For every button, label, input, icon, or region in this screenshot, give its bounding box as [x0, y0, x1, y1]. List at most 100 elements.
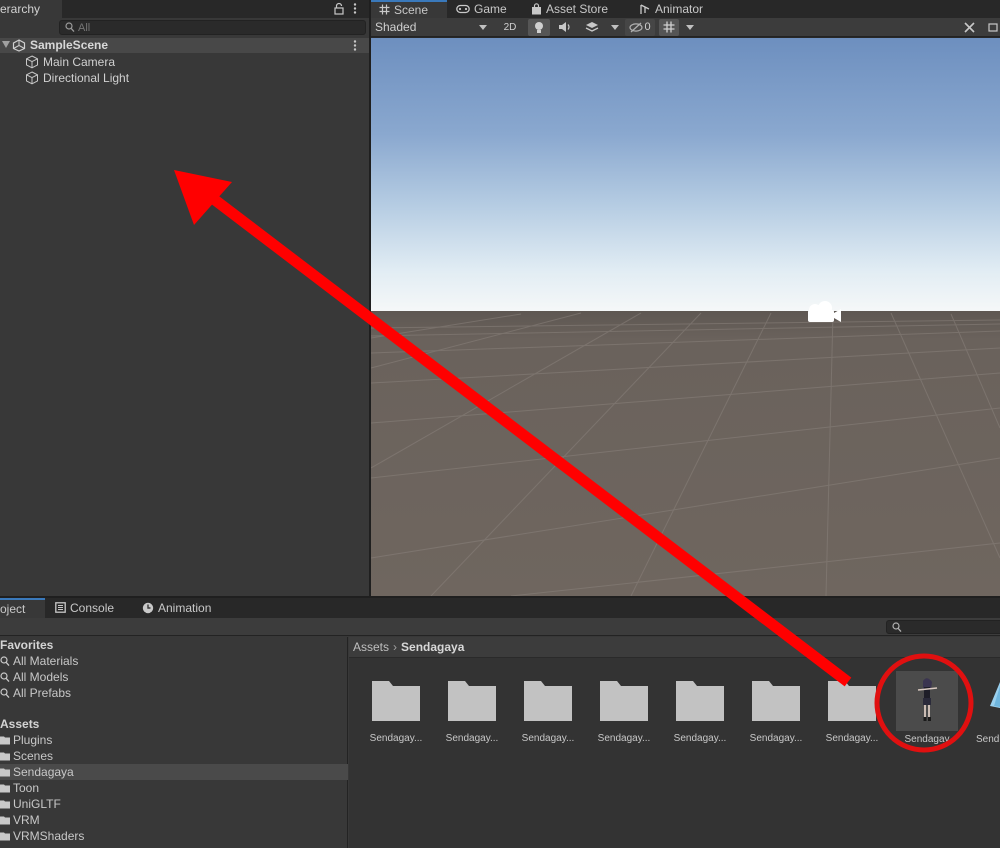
asset-tile-folder[interactable]: Sendagay...	[364, 675, 428, 753]
search-icon	[892, 622, 902, 633]
tools-button[interactable]	[959, 19, 979, 36]
camera-icon	[987, 23, 998, 32]
asset-tile-folder[interactable]: Sendagay...	[820, 675, 884, 753]
tab-label: Animator	[655, 2, 704, 16]
hierarchy-panel: erarchy SampleScene Main Camera	[0, 0, 369, 596]
tab-project[interactable]: oject	[0, 598, 45, 618]
asset-tile-folder[interactable]: Sendagay...	[592, 675, 656, 753]
camera-settings-button[interactable]	[985, 19, 1000, 36]
effects-toggle[interactable]	[581, 19, 603, 36]
layers-icon	[585, 22, 599, 32]
search-icon	[65, 22, 75, 33]
folder-icon	[0, 816, 10, 825]
chevron-down-icon	[479, 25, 487, 30]
asset-folder-vrmshaders[interactable]: VRMShaders	[0, 828, 348, 844]
draw-mode-value: Shaded	[375, 20, 417, 34]
folder-icon	[600, 681, 648, 721]
folder-icon	[0, 752, 10, 761]
search-icon	[0, 688, 10, 699]
favorite-item-all-materials[interactable]: All Materials	[0, 653, 348, 669]
asset-folder-label: Sendagaya	[13, 765, 74, 779]
tab-asset-store[interactable]: Asset Store	[531, 0, 608, 18]
asset-tile-folder[interactable]: Sendagay...	[440, 675, 504, 753]
asset-folder-plugins[interactable]: Plugins	[0, 732, 348, 748]
tab-scene[interactable]: Scene	[371, 0, 447, 18]
assets-heading: Assets	[0, 717, 40, 731]
asset-tile-folder[interactable]: Sendagay...	[668, 675, 732, 753]
expand-arrow-icon[interactable]	[2, 41, 10, 48]
grid-toggle[interactable]	[659, 19, 679, 36]
folder-icon	[752, 681, 800, 721]
project-panel: oject Console Animation Favorites All Ma…	[0, 598, 1000, 848]
asset-tile-partial[interactable]: Send	[976, 682, 1000, 745]
scene-grid	[371, 312, 1000, 596]
folder-icon	[676, 681, 724, 721]
folder-icon	[0, 768, 10, 777]
bag-icon	[532, 3, 541, 15]
tab-label: Scene	[394, 3, 429, 17]
folder-icon	[828, 681, 876, 721]
project-folder-tree: Favorites All Materials All Models All P…	[0, 637, 348, 848]
asset-tile-label: Sendagay...	[521, 733, 575, 744]
breadcrumb-root[interactable]: Assets	[353, 640, 389, 654]
tab-hierarchy[interactable]: erarchy	[0, 0, 62, 18]
scene-toolbar: Shaded 2D 0	[371, 18, 1000, 37]
grid-icon	[379, 4, 390, 15]
prefab-icon	[990, 682, 1000, 708]
asset-tile-label: Sendagay...	[369, 733, 423, 744]
asset-tile-folder[interactable]: Sendagay...	[744, 675, 808, 753]
breadcrumb-current[interactable]: Sendagaya	[401, 640, 464, 654]
gameobject-cube-icon	[26, 71, 38, 85]
favorite-item-all-prefabs[interactable]: All Prefabs	[0, 685, 348, 701]
bottom-tabbar: oject Console Animation	[0, 598, 1000, 618]
hidden-objects-toggle[interactable]: 0	[625, 19, 655, 36]
tab-animator[interactable]: Animator	[639, 0, 703, 18]
hierarchy-search-field[interactable]	[59, 20, 366, 35]
kebab-menu-icon[interactable]	[352, 2, 358, 15]
camera-gizmo-icon[interactable]	[803, 298, 843, 328]
lock-icon[interactable]	[333, 2, 345, 15]
asset-folder-toon[interactable]: Toon	[0, 780, 348, 796]
project-asset-grid: Assets › Sendagaya Sendagay... Sendagay...…	[349, 637, 1000, 848]
toggle-2d-button[interactable]: 2D	[498, 19, 522, 36]
search-icon	[0, 656, 10, 667]
grid-icon	[663, 21, 675, 33]
favorite-item-all-models[interactable]: All Models	[0, 669, 348, 685]
asset-tile-model[interactable]: Sendagay	[892, 675, 956, 753]
scene-menu-icon[interactable]	[352, 39, 358, 52]
folder-icon	[0, 784, 10, 793]
hierarchy-search-input[interactable]	[78, 21, 358, 34]
asset-folder-vrm[interactable]: VRM	[0, 812, 348, 828]
asset-tile-label: Send	[976, 734, 1000, 745]
lighting-toggle[interactable]	[528, 19, 550, 36]
draw-mode-dropdown[interactable]: Shaded	[371, 18, 491, 37]
scene-root-row[interactable]: SampleScene	[0, 38, 369, 53]
audio-toggle[interactable]	[554, 19, 576, 36]
asset-tile-folder[interactable]: Sendagay...	[516, 675, 580, 753]
asset-folder-unigltf[interactable]: UniGLTF	[0, 796, 348, 812]
asset-folder-label: VRM	[13, 813, 40, 827]
asset-tile-label: Sendagay...	[673, 733, 727, 744]
asset-folder-label: Scenes	[13, 749, 54, 763]
asset-folder-sendagaya[interactable]: Sendagaya	[0, 764, 348, 780]
tab-label: Animation	[158, 601, 212, 615]
folder-icon	[0, 832, 10, 841]
project-search-field[interactable]	[886, 620, 1000, 634]
favorite-item-label: All Models	[13, 670, 69, 684]
chevron-down-icon[interactable]	[686, 25, 694, 30]
hidden-count: 0	[644, 21, 651, 33]
chevron-down-icon[interactable]	[611, 25, 619, 30]
scene-name: SampleScene	[30, 38, 109, 52]
tab-game[interactable]: Game	[456, 0, 507, 18]
asset-tile-label: Sendagay...	[749, 733, 803, 744]
asset-folder-scenes[interactable]: Scenes	[0, 748, 348, 764]
chevron-right-icon: ›	[393, 640, 398, 654]
tab-console[interactable]: Console	[55, 598, 114, 618]
speaker-icon	[559, 22, 570, 32]
tab-animation[interactable]: Animation	[142, 598, 211, 618]
scene-viewport[interactable]	[371, 38, 1000, 596]
asset-tile-label: Sendagay	[904, 734, 950, 745]
asset-tile-label: Sendagay...	[597, 733, 651, 744]
asset-tile-label: Sendagay...	[825, 733, 879, 744]
folder-icon	[372, 681, 420, 721]
